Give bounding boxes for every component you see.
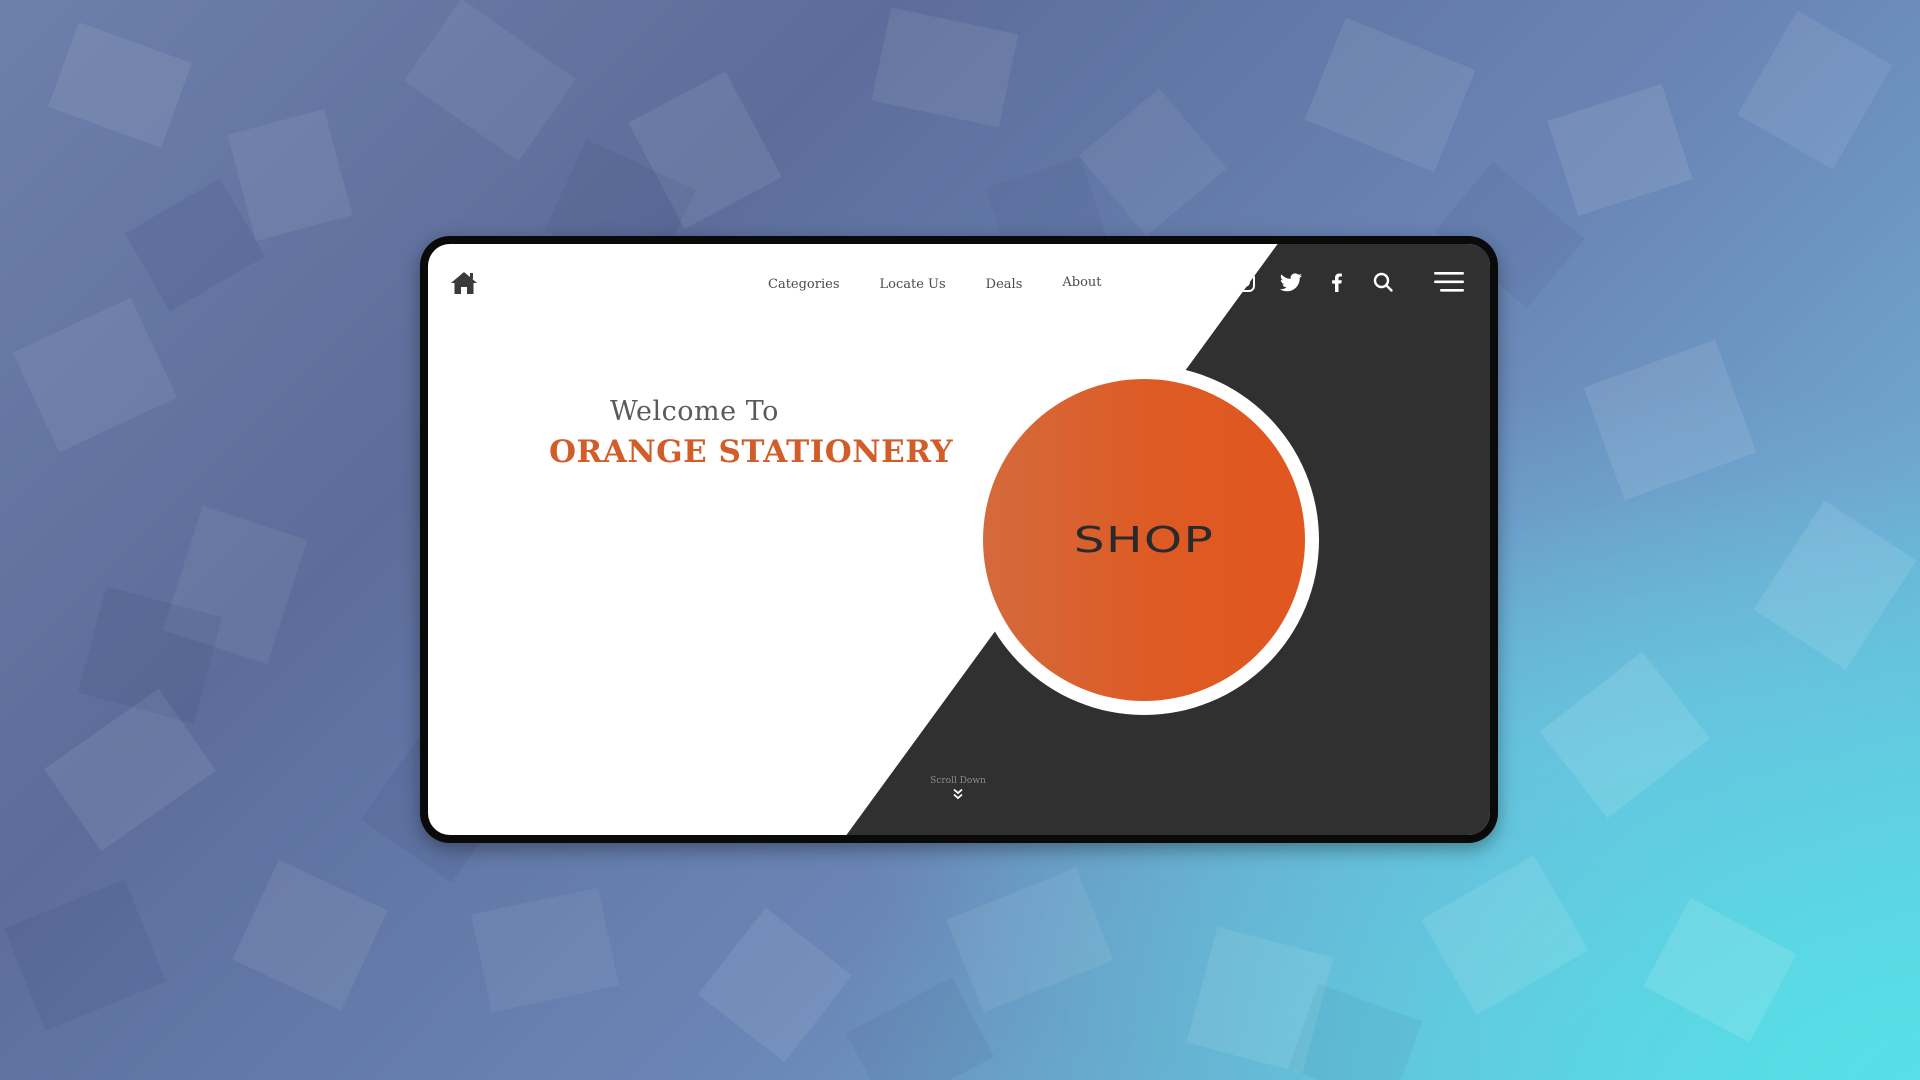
search-icon[interactable] (1371, 270, 1395, 294)
nav-link-deals[interactable]: Deals (986, 277, 1023, 292)
shop-button[interactable]: SHOP (983, 379, 1305, 701)
dark-diagonal-panel (846, 244, 1490, 835)
website-screen: Categories Locate Us Deals About Welcome… (428, 244, 1490, 835)
welcome-text: Welcome To (610, 396, 779, 427)
hamburger-menu-icon[interactable] (1434, 269, 1464, 295)
scroll-down-button[interactable]: Scroll Down (928, 776, 988, 800)
nav-link-locate-us[interactable]: Locate Us (880, 277, 946, 292)
facebook-icon[interactable] (1325, 270, 1349, 294)
chevron-double-down-icon (953, 788, 963, 800)
instagram-icon[interactable] (1233, 270, 1257, 294)
nav-link-categories[interactable]: Categories (768, 277, 840, 292)
shop-button-label: SHOP (1073, 519, 1215, 561)
social-icons (1233, 270, 1395, 294)
brand-title: ORANGE STATIONERY (549, 434, 954, 470)
device-frame: Categories Locate Us Deals About Welcome… (420, 236, 1498, 843)
main-navigation: Categories Locate Us Deals About (768, 275, 1102, 292)
scroll-down-label: Scroll Down (930, 776, 986, 786)
home-icon[interactable] (450, 270, 478, 296)
nav-link-about[interactable]: About (1062, 275, 1101, 290)
twitter-icon[interactable] (1279, 270, 1303, 294)
